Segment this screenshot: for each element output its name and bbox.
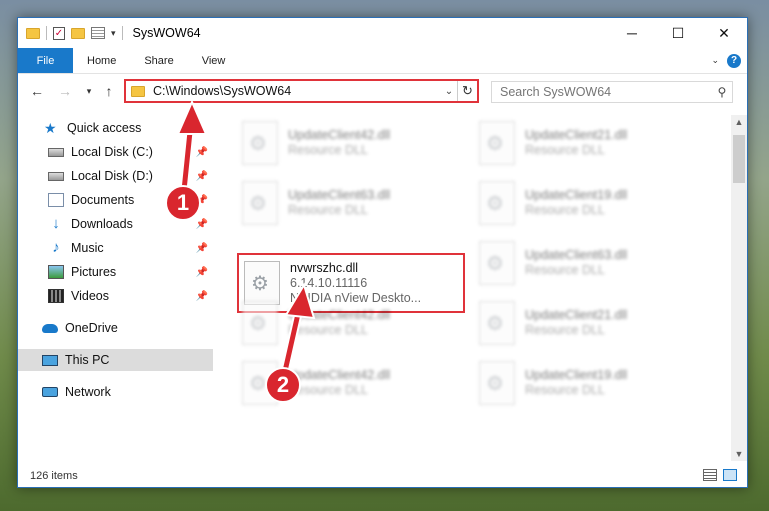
arrow-2 <box>278 282 316 385</box>
annotation-arrows <box>176 99 316 385</box>
step-1-badge: 1 <box>165 185 201 221</box>
step-2-badge: 2 <box>265 367 301 403</box>
